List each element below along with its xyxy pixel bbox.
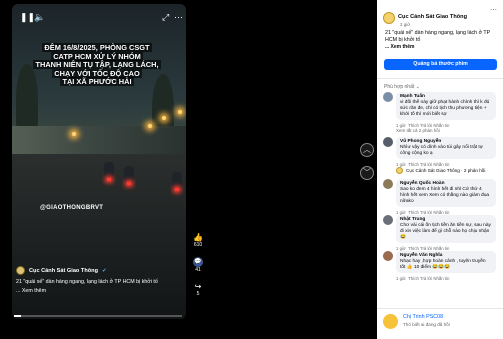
- avatar[interactable]: [383, 314, 398, 329]
- like-count: 610: [193, 242, 203, 248]
- tail-light: [107, 178, 111, 181]
- comment-list: Mạnh Tuấn vi đối thế này giữ phạt hành c…: [383, 92, 501, 281]
- comment-sort-dropdown[interactable]: Phù hợp nhất ⌄: [384, 84, 420, 90]
- post-caption: 21 "quái xế" dàn hàng ngang, lạng lách ở…: [385, 30, 491, 43]
- comment-text: Chơ vài cái ốn tịch tiền ăn tiền sự, sau…: [400, 223, 491, 240]
- tail-light: [127, 182, 131, 185]
- page-reply-link[interactable]: Cục Cảnh Sát Giao Thông · 2 phản hồi: [396, 167, 501, 174]
- fullscreen-icon[interactable]: ⤢: [162, 12, 169, 23]
- pause-icon[interactable]: ❚❚: [20, 12, 35, 23]
- comment-composer[interactable]: Chị Trinh PSC08 Thỏ biết ai đang đã hồi: [377, 308, 503, 339]
- video-progress-bar[interactable]: [14, 315, 182, 317]
- avatar[interactable]: [383, 251, 393, 261]
- comment-action-links[interactable]: Thích Trả lời Nhắn tin: [408, 162, 449, 167]
- page-name[interactable]: Cục Cảnh Sát Giao Thông: [398, 14, 467, 20]
- headline-line: TẠI XÃ PHƯỚC HẢI: [60, 77, 134, 87]
- video-watermark: @GIAOTHONGBRVT: [40, 205, 104, 211]
- more-options-icon[interactable]: ⋯: [174, 12, 183, 23]
- post-time: 2 giờ: [400, 22, 411, 27]
- street-lamp: [178, 110, 182, 114]
- view-replies-link[interactable]: Xem tất cả 2 phản hồi: [396, 128, 501, 133]
- page-reply-text: Cục Cảnh Sát Giao Thông · 2 phản hồi: [406, 168, 486, 173]
- page-avatar: [396, 167, 403, 174]
- comment-bubble: Nguyễn Quốc Hoàn Sao ko đem 4 hình hết đ…: [396, 179, 496, 207]
- comment-action[interactable]: 💬 41: [190, 257, 206, 273]
- more-options-icon[interactable]: ⋯: [490, 6, 497, 14]
- comment-bubble: Nhật Trung Chơ vài cái ốn tịch tiền ăn t…: [396, 215, 496, 243]
- comment-actions[interactable]: 1 giờ Thích Trả lời Nhắn tin: [396, 276, 501, 281]
- thumbs-up-icon: 👍: [193, 233, 203, 242]
- video-stage: ❚❚ 🔈 ⤢ ⋯ ĐÊM 16/8/2025, PHÒNG CSGT CATP …: [0, 0, 374, 339]
- previous-video-button[interactable]: ︿: [360, 143, 374, 157]
- tail-light: [175, 188, 179, 191]
- page-avatar[interactable]: [383, 12, 395, 24]
- comment-bubble: Mạnh Tuấn vi đối thế này giữ phạt hành c…: [396, 92, 496, 120]
- street-lamp: [148, 124, 152, 128]
- page-avatar[interactable]: [16, 266, 25, 275]
- verified-icon: ✔: [102, 267, 107, 274]
- comment-text: Nhìư vậy có dính vào túi gây nổi trật tự…: [400, 145, 483, 156]
- headline-line: ĐÊM 16/8/2025, PHÒNG CSGT: [42, 43, 152, 52]
- caption-text: 21 "quái xế" dàn hàng ngang, lạng lách ở…: [16, 279, 158, 285]
- avatar[interactable]: [383, 179, 393, 189]
- comment-text: Nhạc hay ,hợp hoàn cảnh , tuyên truyền t…: [400, 259, 486, 270]
- see-more-link[interactable]: ... Xem thêm: [16, 288, 186, 294]
- video-caption: 21 "quái xế" dàn hàng ngang, lạng lách ở…: [16, 279, 186, 286]
- comment-action-links[interactable]: Thích Trả lời Nhắn tin: [408, 276, 449, 281]
- comment-icon: 💬: [193, 257, 203, 267]
- comment-time: 1 giờ: [396, 276, 406, 281]
- comment: Nhật Trung Chơ vài cái ốn tịch tiền ăn t…: [383, 215, 501, 243]
- comment-bubble: Vũ Phong Nguyễn Nhìư vậy có dính vào túi…: [396, 137, 496, 159]
- progress-fill: [14, 315, 21, 317]
- divider: [377, 78, 503, 79]
- volume-icon[interactable]: 🔈: [34, 12, 45, 23]
- comment-count: 41: [195, 267, 201, 273]
- composer-name[interactable]: Chị Trinh PSC08: [403, 314, 443, 320]
- comment-text: vi đối thế này giữ phạt hành chính thì k…: [400, 100, 490, 117]
- page-name[interactable]: Cục Cảnh Sát Giao Thông: [29, 268, 98, 274]
- composer-subtext: Thỏ biết ai đang đã hồi: [403, 322, 450, 327]
- comment: Nguyễn Văn Nghĩa Nhạc hay ,hợp hoàn cảnh…: [383, 251, 501, 273]
- boost-reel-button[interactable]: Quảng bá thước phim: [384, 59, 497, 70]
- comment-text: Sao ko đem 4 hình hết đi nhỉ Cứ thử 4 hì…: [400, 187, 490, 204]
- avatar[interactable]: [383, 215, 393, 225]
- share-count: 5: [196, 291, 200, 297]
- comment: Mạnh Tuấn vi đối thế này giữ phạt hành c…: [383, 92, 501, 120]
- comment: Vũ Phong Nguyễn Nhìư vậy có dính vào túi…: [383, 137, 501, 159]
- video-info: Cục Cảnh Sát Giao Thông ✔ 21 "quái xế" d…: [16, 266, 186, 294]
- street-lamp: [72, 132, 76, 136]
- share-icon: ↪: [194, 282, 202, 291]
- road: [12, 154, 186, 319]
- like-action[interactable]: 👍 610: [190, 233, 206, 248]
- headline-line: THANH NIÊN TỤ TẬP, LẠNG LÁCH,: [33, 60, 161, 70]
- share-action[interactable]: ↪ 5: [190, 282, 206, 297]
- video-actions: 👍 610 💬 41 ↪ 5: [190, 233, 206, 306]
- next-video-button[interactable]: ﹀: [360, 166, 374, 180]
- avatar[interactable]: [383, 92, 393, 102]
- comment-bubble: Nguyễn Văn Nghĩa Nhạc hay ,hợp hoàn cảnh…: [396, 251, 496, 273]
- avatar[interactable]: [383, 137, 393, 147]
- comment: Nguyễn Quốc Hoàn Sao ko đem 4 hình hết đ…: [383, 179, 501, 207]
- see-more-link[interactable]: ... Xem thêm: [385, 44, 414, 50]
- street-lamp: [162, 116, 166, 120]
- post-panel: Cục Cảnh Sát Giao Thông ⋯ 2 giờ 21 "quái…: [377, 0, 503, 339]
- video-headline: ĐÊM 16/8/2025, PHÒNG CSGT CATP HCM XỬ LÝ…: [26, 43, 168, 87]
